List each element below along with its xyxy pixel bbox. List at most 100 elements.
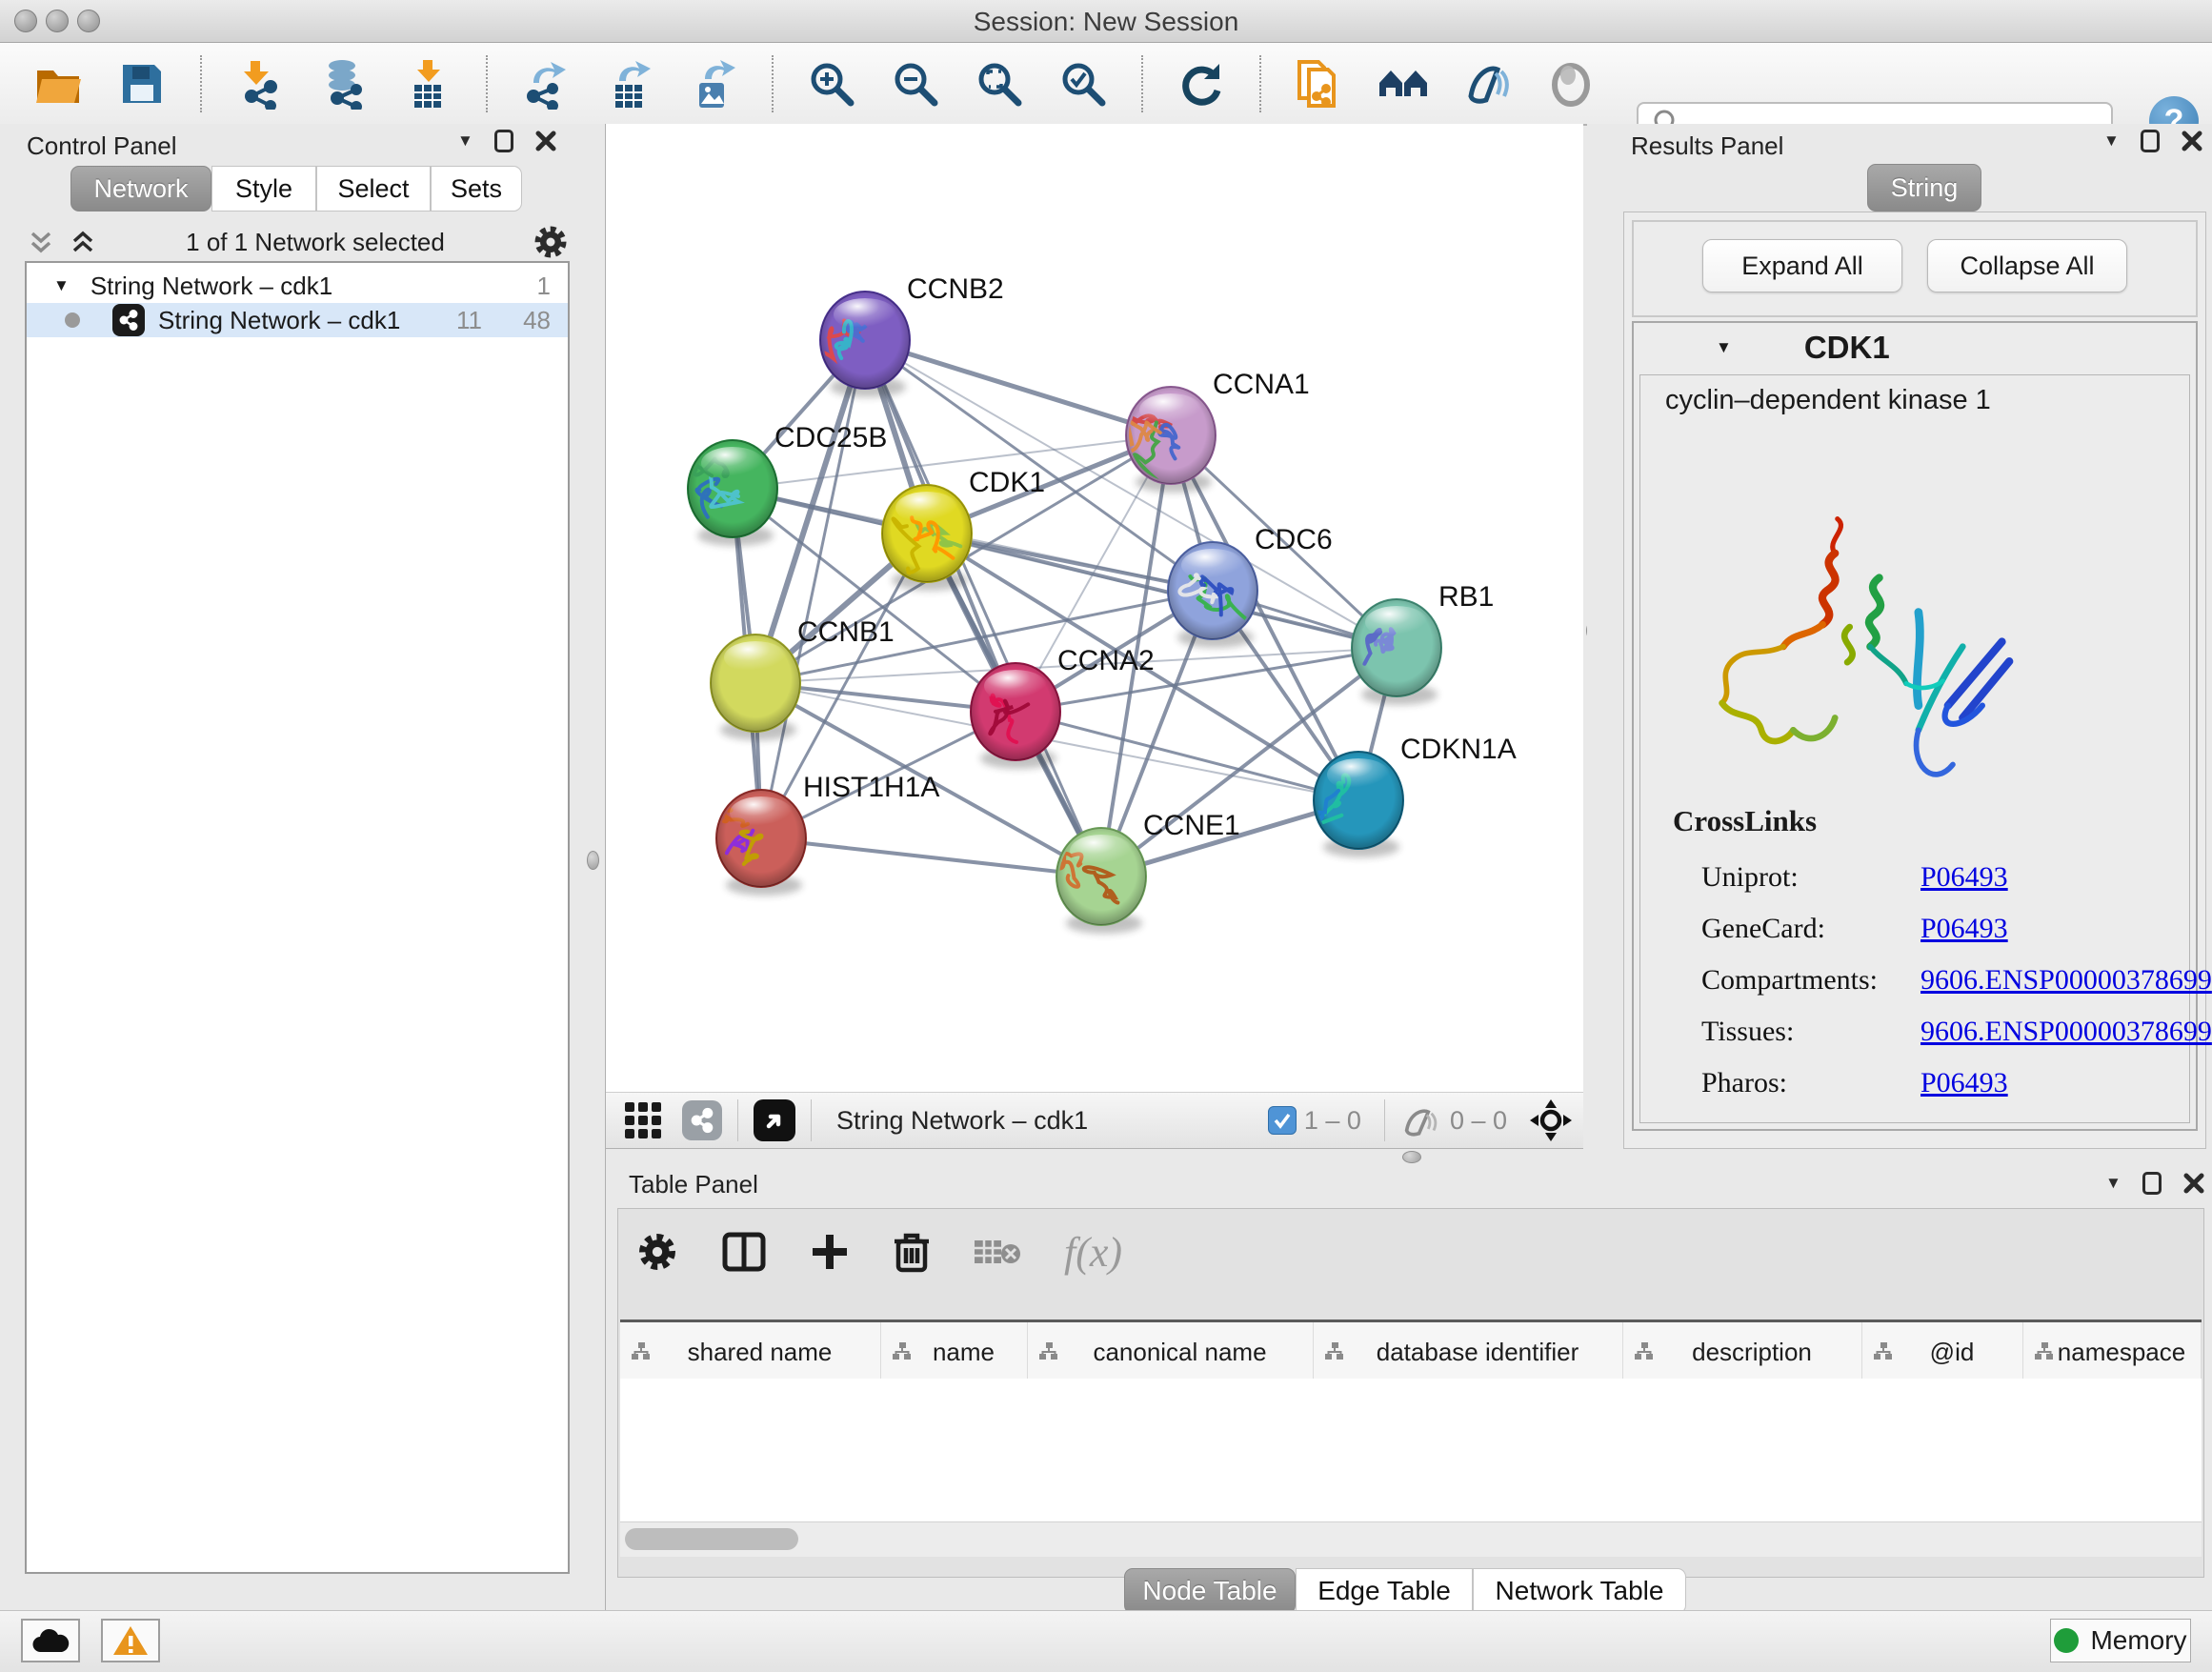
warning-button[interactable] bbox=[101, 1619, 160, 1662]
close-panel-icon[interactable] bbox=[534, 130, 557, 152]
node-CCNA1[interactable]: CCNA1 bbox=[1126, 369, 1310, 503]
float-panel-icon[interactable] bbox=[2141, 130, 2160, 152]
node-CCNB1[interactable]: CCNB1 bbox=[711, 616, 895, 740]
tab-string[interactable]: String bbox=[1867, 164, 1981, 212]
column-header-database-identifier[interactable]: database identifier bbox=[1314, 1322, 1623, 1381]
compartments-link[interactable]: 9606.ENSP00000378699 bbox=[1920, 964, 2212, 997]
gear-icon[interactable] bbox=[532, 223, 570, 261]
left-splitter-handle[interactable] bbox=[587, 851, 599, 870]
close-panel-icon[interactable] bbox=[2182, 1172, 2205, 1195]
table-empty-area bbox=[620, 1379, 2202, 1521]
birdseye-view-icon[interactable] bbox=[754, 1099, 795, 1141]
node-HIST1H1A[interactable]: HIST1H1A bbox=[716, 772, 939, 896]
gear-icon[interactable] bbox=[635, 1230, 679, 1274]
node-CDK1[interactable]: CDK1 bbox=[882, 467, 1045, 591]
refresh-icon[interactable] bbox=[1176, 58, 1227, 110]
edge-HIST1H1A-CCNE1[interactable] bbox=[761, 838, 1101, 876]
memory-button[interactable]: Memory bbox=[2050, 1619, 2191, 1662]
homes-icon[interactable] bbox=[1377, 58, 1429, 110]
node-label-CCNB1: CCNB1 bbox=[797, 616, 895, 648]
column-header-namespace[interactable]: namespace bbox=[2023, 1322, 2202, 1381]
node-label-RB1: RB1 bbox=[1438, 581, 1494, 613]
float-panel-icon[interactable] bbox=[2142, 1172, 2162, 1195]
node-RB1[interactable]: RB1 bbox=[1352, 581, 1494, 705]
zoom-in-icon[interactable] bbox=[806, 58, 857, 110]
node-CDKN1A[interactable]: CDKN1A bbox=[1297, 734, 1517, 857]
node-CCNE1[interactable]: CCNE1 bbox=[1056, 810, 1240, 934]
collapse-all-icon[interactable] bbox=[25, 228, 57, 256]
panel-menu-icon[interactable]: ▼ bbox=[2105, 1174, 2122, 1193]
pharos-link[interactable]: P06493 bbox=[1920, 1067, 2008, 1099]
export-image-icon[interactable] bbox=[688, 58, 739, 110]
panel-menu-icon[interactable]: ▼ bbox=[457, 131, 473, 151]
show-columns-icon[interactable] bbox=[721, 1231, 767, 1273]
zoom-selected-icon[interactable] bbox=[1057, 58, 1109, 110]
expand-all-button[interactable]: Expand All bbox=[1702, 239, 1902, 292]
network-collection-row[interactable]: ▼ String Network – cdk1 1 bbox=[27, 269, 568, 303]
collapse-all-button[interactable]: Collapse All bbox=[1927, 239, 2127, 292]
view-network-title: String Network – cdk1 bbox=[836, 1106, 1268, 1136]
tree-expander-icon[interactable]: ▼ bbox=[53, 276, 70, 295]
tab-style[interactable]: Style bbox=[211, 166, 316, 212]
tab-network-table[interactable]: Network Table bbox=[1473, 1568, 1686, 1614]
crosslink-label: Pharos: bbox=[1701, 1067, 1920, 1099]
column-header-canonical-name[interactable]: canonical name bbox=[1028, 1322, 1314, 1381]
scrollbar-thumb[interactable] bbox=[625, 1528, 798, 1550]
fit-selected-icon[interactable] bbox=[1528, 1098, 1574, 1143]
column-header--id[interactable]: @id bbox=[1862, 1322, 2023, 1381]
hide-details-icon[interactable] bbox=[1461, 58, 1513, 110]
cloud-button[interactable] bbox=[21, 1619, 80, 1662]
tab-network[interactable]: Network bbox=[70, 166, 211, 212]
node-label-CCNB2: CCNB2 bbox=[907, 273, 1004, 305]
network-canvas[interactable]: CCNB2 CCNA1 CDC25BCDK1 CDC6 RB1 CCNB1 CCNA2 CDK… bbox=[606, 124, 1583, 1092]
column-header-name[interactable]: name bbox=[881, 1322, 1028, 1381]
protein-header-row[interactable]: ▼ CDK1 bbox=[1634, 323, 2196, 373]
crosslink-label: Uniprot: bbox=[1701, 861, 1920, 894]
open-file-icon[interactable] bbox=[32, 58, 84, 110]
network-selection-status: 1 of 1 Network selected bbox=[99, 228, 532, 257]
selected-checkbox-icon[interactable] bbox=[1268, 1106, 1297, 1135]
close-panel-icon[interactable] bbox=[2181, 130, 2203, 152]
share-document-icon[interactable] bbox=[1294, 58, 1345, 110]
column-header-description[interactable]: description bbox=[1623, 1322, 1862, 1381]
panel-menu-icon[interactable]: ▼ bbox=[2103, 131, 2120, 151]
node-CDC6[interactable]: CDC6 bbox=[1168, 524, 1333, 648]
network-row[interactable]: String Network – cdk1 11 48 bbox=[27, 303, 568, 337]
import-database-icon[interactable] bbox=[318, 58, 370, 110]
delete-table-icon[interactable] bbox=[973, 1233, 1022, 1271]
export-network-icon[interactable] bbox=[520, 58, 572, 110]
zoom-fit-icon[interactable] bbox=[974, 58, 1025, 110]
delete-column-icon[interactable] bbox=[893, 1230, 931, 1274]
export-table-icon[interactable] bbox=[604, 58, 655, 110]
string-view-icon[interactable] bbox=[682, 1100, 722, 1140]
crosslink-label: Compartments: bbox=[1701, 964, 1920, 997]
show-graphics-icon[interactable] bbox=[1545, 58, 1597, 110]
bottom-splitter-handle[interactable] bbox=[1402, 1151, 1421, 1163]
uniprot-link[interactable]: P06493 bbox=[1920, 861, 2008, 894]
tab-select[interactable]: Select bbox=[316, 166, 431, 212]
collection-count: 1 bbox=[537, 272, 551, 301]
results-panel-title: Results Panel bbox=[1631, 131, 1783, 161]
node-CDC25B[interactable]: CDC25B bbox=[688, 422, 887, 546]
node-CCNB2[interactable]: CCNB2 bbox=[817, 273, 1004, 397]
horizontal-scrollbar[interactable] bbox=[620, 1521, 2202, 1557]
tab-node-table[interactable]: Node Table bbox=[1124, 1568, 1296, 1614]
edge-CCNB2-CCNA1[interactable] bbox=[865, 340, 1171, 435]
tab-edge-table[interactable]: Edge Table bbox=[1296, 1568, 1473, 1614]
column-header-shared-name[interactable]: shared name bbox=[620, 1322, 881, 1381]
zoom-out-icon[interactable] bbox=[890, 58, 941, 110]
tissues-link[interactable]: 9606.ENSP00000378699 bbox=[1920, 1016, 2212, 1048]
expand-all-icon[interactable] bbox=[67, 228, 99, 256]
section-expander-icon[interactable]: ▼ bbox=[1716, 338, 1732, 357]
edge-CCNB2-HIST1H1A[interactable] bbox=[761, 340, 865, 838]
grid-view-icon[interactable] bbox=[621, 1098, 665, 1142]
tab-sets[interactable]: Sets bbox=[431, 166, 522, 212]
float-panel-icon[interactable] bbox=[494, 130, 513, 152]
import-table-icon[interactable] bbox=[402, 58, 453, 110]
genecard-link[interactable]: P06493 bbox=[1920, 913, 2008, 945]
import-network-icon[interactable] bbox=[234, 58, 286, 110]
save-session-icon[interactable] bbox=[116, 58, 168, 110]
network-row-label: String Network – cdk1 bbox=[158, 306, 400, 335]
add-column-icon[interactable] bbox=[809, 1231, 851, 1273]
node-label-CCNA2: CCNA2 bbox=[1057, 645, 1155, 676]
